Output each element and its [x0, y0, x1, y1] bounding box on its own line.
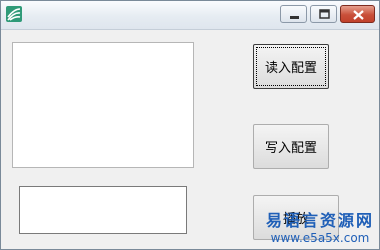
minimize-button[interactable] [280, 5, 307, 23]
title-bar[interactable] [1, 1, 379, 30]
app-icon [5, 5, 23, 23]
site-watermark: 易语言资源网 www.e5a5x.com [265, 211, 375, 249]
maximize-icon [319, 9, 330, 19]
text-input[interactable] [19, 186, 187, 234]
maximize-button[interactable] [310, 5, 337, 23]
read-config-button[interactable]: 读入配置 [253, 44, 329, 89]
focus-rect [256, 47, 326, 86]
close-button[interactable] [340, 5, 375, 23]
app-window: 读入配置 写入配置 播放 易语言资源网 www.e5a5x.com [0, 0, 380, 250]
minimize-icon [290, 16, 299, 19]
watermark-site-name: 易语言资源网 [265, 211, 374, 230]
display-panel [12, 42, 194, 168]
close-icon [353, 10, 364, 20]
write-config-label: 写入配置 [264, 141, 317, 156]
watermark-url: www.e5a5x.com [270, 231, 370, 245]
write-config-button[interactable]: 写入配置 [253, 124, 329, 169]
